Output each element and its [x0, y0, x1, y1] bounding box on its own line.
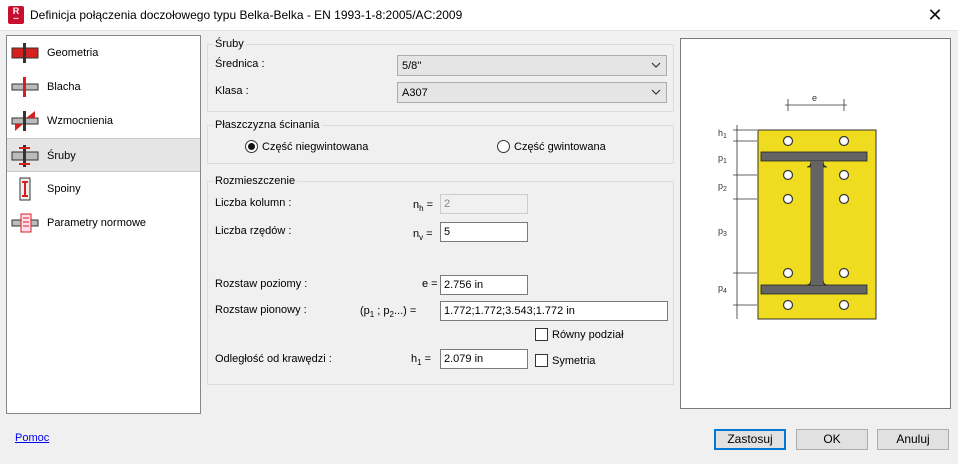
bolt-hole	[782, 299, 794, 311]
equal-division-label: Równy podział	[552, 329, 624, 341]
p2-label: p2	[718, 181, 727, 193]
rows-label: Liczba rzędów :	[215, 225, 292, 237]
nav-item-sruby[interactable]: Śruby	[7, 138, 200, 172]
layout-group-title: Rozmieszczenie	[213, 175, 298, 187]
code-parameters-icon	[11, 213, 39, 233]
bolts-icon	[11, 145, 39, 167]
bolt-hole	[782, 135, 794, 147]
category-list: Geometria Blacha Wzmocnienia Śruby Spoin…	[6, 35, 201, 414]
welds-icon	[19, 177, 31, 201]
p4-label: p4	[718, 283, 727, 295]
columns-label: Liczba kolumn :	[215, 197, 292, 209]
nav-label: Geometria	[47, 47, 99, 59]
edge-symbol: h1 =	[411, 353, 432, 367]
beam-geometry-icon	[11, 43, 39, 63]
edge-distance-input[interactable]: 2.079 in	[440, 349, 528, 369]
threaded-radio[interactable]	[497, 140, 510, 153]
v-spacing-symbol: (p1 ; p2...) =	[360, 305, 417, 319]
threaded-label: Część gwintowana	[514, 141, 606, 153]
h-spacing-label: Rozstaw poziomy :	[215, 278, 308, 290]
shear-plane-group-title: Płaszczyzna ścinania	[213, 119, 322, 131]
connection-preview: e h1 p1 p2 p3 p4	[680, 38, 951, 409]
diameter-label: Średnica :	[215, 58, 265, 70]
h1-label: h1	[718, 128, 727, 140]
nav-label: Spoiny	[47, 183, 81, 195]
rows-value: 5	[444, 226, 451, 238]
v-spacing-label: Rozstaw pionowy :	[215, 304, 307, 316]
app-logo-icon: R ▪▪▪	[8, 6, 24, 24]
bolt-hole	[838, 169, 850, 181]
nav-label: Parametry normowe	[47, 217, 147, 229]
window-title: Definicja połączenia doczołowego typu Be…	[30, 8, 463, 22]
rows-input[interactable]: 5	[440, 222, 528, 242]
bolt-hole	[782, 267, 794, 279]
chevron-down-icon	[651, 62, 661, 68]
nav-item-spoiny[interactable]: Spoiny	[7, 172, 200, 206]
web-fill	[811, 161, 823, 285]
class-label: Klasa :	[215, 85, 249, 97]
v-dim-ticks	[733, 129, 757, 306]
apply-button[interactable]: Zastosuj	[714, 429, 786, 450]
nav-item-wzmocnienia[interactable]: Wzmocnienia	[7, 104, 200, 138]
columns-input: 2	[440, 194, 528, 214]
title-bar: R ▪▪▪ Definicja połączenia doczołowego ty…	[0, 0, 958, 31]
equal-division-checkbox[interactable]	[535, 328, 548, 341]
diameter-value: 5/8''	[402, 60, 422, 72]
bolt-hole	[838, 299, 850, 311]
bolt-layout-diagram: e h1 p1 p2 p3 p4	[718, 93, 877, 320]
h-spacing-symbol: e =	[422, 278, 438, 290]
bottom-flange	[760, 284, 868, 295]
diameter-select[interactable]: 5/8''	[397, 55, 667, 76]
rows-symbol: nv =	[413, 228, 433, 242]
bolt-hole	[838, 267, 850, 279]
bolt-hole	[782, 193, 794, 205]
bolt-hole	[838, 135, 850, 147]
p1-label: p1	[718, 153, 727, 165]
symmetry-label: Symetria	[552, 355, 596, 367]
symmetry-checkbox[interactable]	[535, 354, 548, 367]
p3-label: p3	[718, 226, 727, 238]
help-link[interactable]: Pomoc	[15, 432, 49, 444]
cancel-button[interactable]: Anuluj	[877, 429, 949, 450]
unthreaded-label: Część niegwintowana	[262, 141, 369, 153]
bolt-hole	[782, 169, 794, 181]
v-spacing-input[interactable]: 1.772;1.772;3.543;1.772 in	[440, 301, 668, 321]
e-dim-label: e	[812, 93, 817, 103]
edge-distance-label: Odległość od krawędzi :	[215, 353, 332, 365]
bolt-hole	[838, 193, 850, 205]
top-flange	[760, 151, 868, 162]
bolts-group-title: Śruby	[213, 38, 246, 50]
v-spacing-value: 1.772;1.772;3.543;1.772 in	[444, 305, 575, 317]
nav-label: Wzmocnienia	[47, 115, 114, 127]
class-value: A307	[402, 87, 428, 99]
stiffener-icon	[11, 111, 39, 131]
columns-value: 2	[444, 198, 451, 210]
nav-item-geometria[interactable]: Geometria	[7, 36, 200, 70]
h-spacing-value: 2.756 in	[444, 279, 484, 291]
h-spacing-input[interactable]: 2.756 in	[440, 275, 528, 295]
ok-button[interactable]: OK	[796, 429, 868, 450]
unthreaded-radio[interactable]	[245, 140, 258, 153]
class-select[interactable]: A307	[397, 82, 667, 103]
nav-item-parametry-normowe[interactable]: Parametry normowe	[7, 206, 200, 240]
close-icon[interactable]: ✕	[920, 4, 950, 26]
nav-label: Śruby	[47, 150, 76, 162]
chevron-down-icon	[651, 89, 661, 95]
edge-distance-value: 2.079 in	[444, 353, 484, 365]
plate-icon	[11, 77, 39, 97]
columns-symbol: nh =	[413, 199, 434, 213]
nav-item-blacha[interactable]: Blacha	[7, 70, 200, 104]
nav-label: Blacha	[47, 81, 81, 93]
